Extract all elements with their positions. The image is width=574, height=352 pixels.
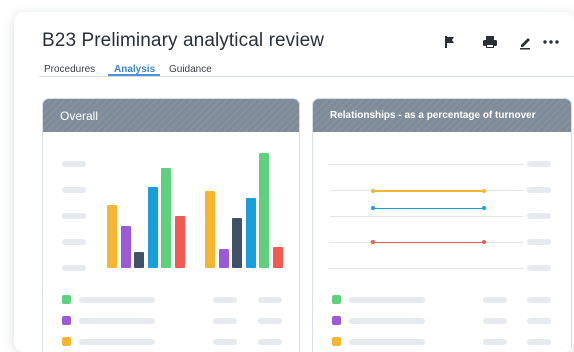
legend-value-placeholder — [527, 297, 551, 303]
gridline — [330, 164, 523, 165]
tabs-divider — [39, 76, 574, 77]
print-icon[interactable] — [482, 34, 498, 50]
bar — [205, 191, 215, 268]
series-point — [371, 188, 375, 193]
axis-placeholder — [527, 187, 551, 193]
app-window: B23 Preliminary analytical review Proced… — [14, 12, 574, 352]
axis-placeholder — [527, 161, 551, 167]
series-line — [373, 190, 484, 192]
axis-placeholder — [527, 265, 551, 271]
relationships-panel-title: Relationships - as a percentage of turno… — [330, 110, 536, 121]
legend-value-placeholder — [213, 339, 237, 345]
tab-guidance[interactable]: Guidance — [169, 64, 212, 75]
bar — [218, 249, 229, 268]
bar — [134, 252, 144, 268]
legend-value-placeholder — [258, 318, 282, 324]
tab-procedures[interactable]: Procedures — [44, 64, 95, 75]
legend-label-placeholder — [349, 339, 425, 345]
legend-value-placeholder — [483, 318, 507, 324]
bar — [272, 247, 283, 268]
overall-panel-title: Overall — [60, 109, 99, 123]
legend-label-placeholder — [349, 318, 425, 324]
gridline — [330, 268, 523, 269]
overall-panel: Overall — [42, 98, 300, 352]
legend-value-placeholder — [483, 297, 507, 303]
more-icon[interactable] — [542, 34, 560, 50]
legend-label-placeholder — [79, 339, 155, 345]
bar — [259, 152, 269, 268]
series-point — [482, 240, 486, 245]
axis-placeholder — [527, 239, 551, 245]
axis-placeholder — [62, 161, 86, 167]
gridline — [330, 216, 523, 217]
bar — [174, 215, 185, 268]
bar — [107, 205, 117, 268]
bar — [161, 168, 171, 268]
legend-value-placeholder — [213, 297, 237, 303]
axis-placeholder — [527, 213, 551, 219]
legend-value-placeholder — [258, 297, 282, 303]
series-point — [371, 206, 375, 211]
axis-placeholder — [62, 213, 86, 219]
series-point — [482, 188, 486, 193]
legend-value-placeholder — [213, 318, 237, 324]
series-point — [371, 240, 375, 245]
legend-label-placeholder — [79, 297, 155, 303]
legend-label-placeholder — [349, 297, 425, 303]
legend-swatch — [332, 316, 341, 325]
bar — [245, 197, 256, 268]
axis-placeholder — [62, 187, 86, 193]
bar — [147, 187, 158, 268]
legend-swatch — [62, 316, 71, 325]
axis-placeholder — [62, 265, 86, 271]
edit-icon[interactable] — [518, 34, 534, 50]
legend-swatch — [62, 337, 71, 346]
legend-label-placeholder — [79, 318, 155, 324]
legend-value-placeholder — [258, 339, 282, 345]
legend-swatch — [332, 295, 341, 304]
series-point — [482, 206, 486, 211]
bar — [120, 226, 131, 268]
axis-placeholder — [62, 239, 86, 245]
bar — [232, 217, 242, 268]
legend-value-placeholder — [483, 339, 507, 345]
series-line — [373, 207, 484, 210]
series-line — [373, 241, 484, 244]
legend-swatch — [62, 295, 71, 304]
relationships-panel: Relationships - as a percentage of turno… — [312, 98, 572, 352]
legend-swatch — [332, 337, 341, 346]
overall-panel-header: Overall — [43, 99, 299, 132]
page-title: B23 Preliminary analytical review — [42, 30, 325, 51]
legend-value-placeholder — [527, 339, 551, 345]
relationships-panel-header: Relationships - as a percentage of turno… — [313, 99, 571, 132]
flag-icon[interactable] — [442, 34, 458, 50]
legend-value-placeholder — [527, 318, 551, 324]
